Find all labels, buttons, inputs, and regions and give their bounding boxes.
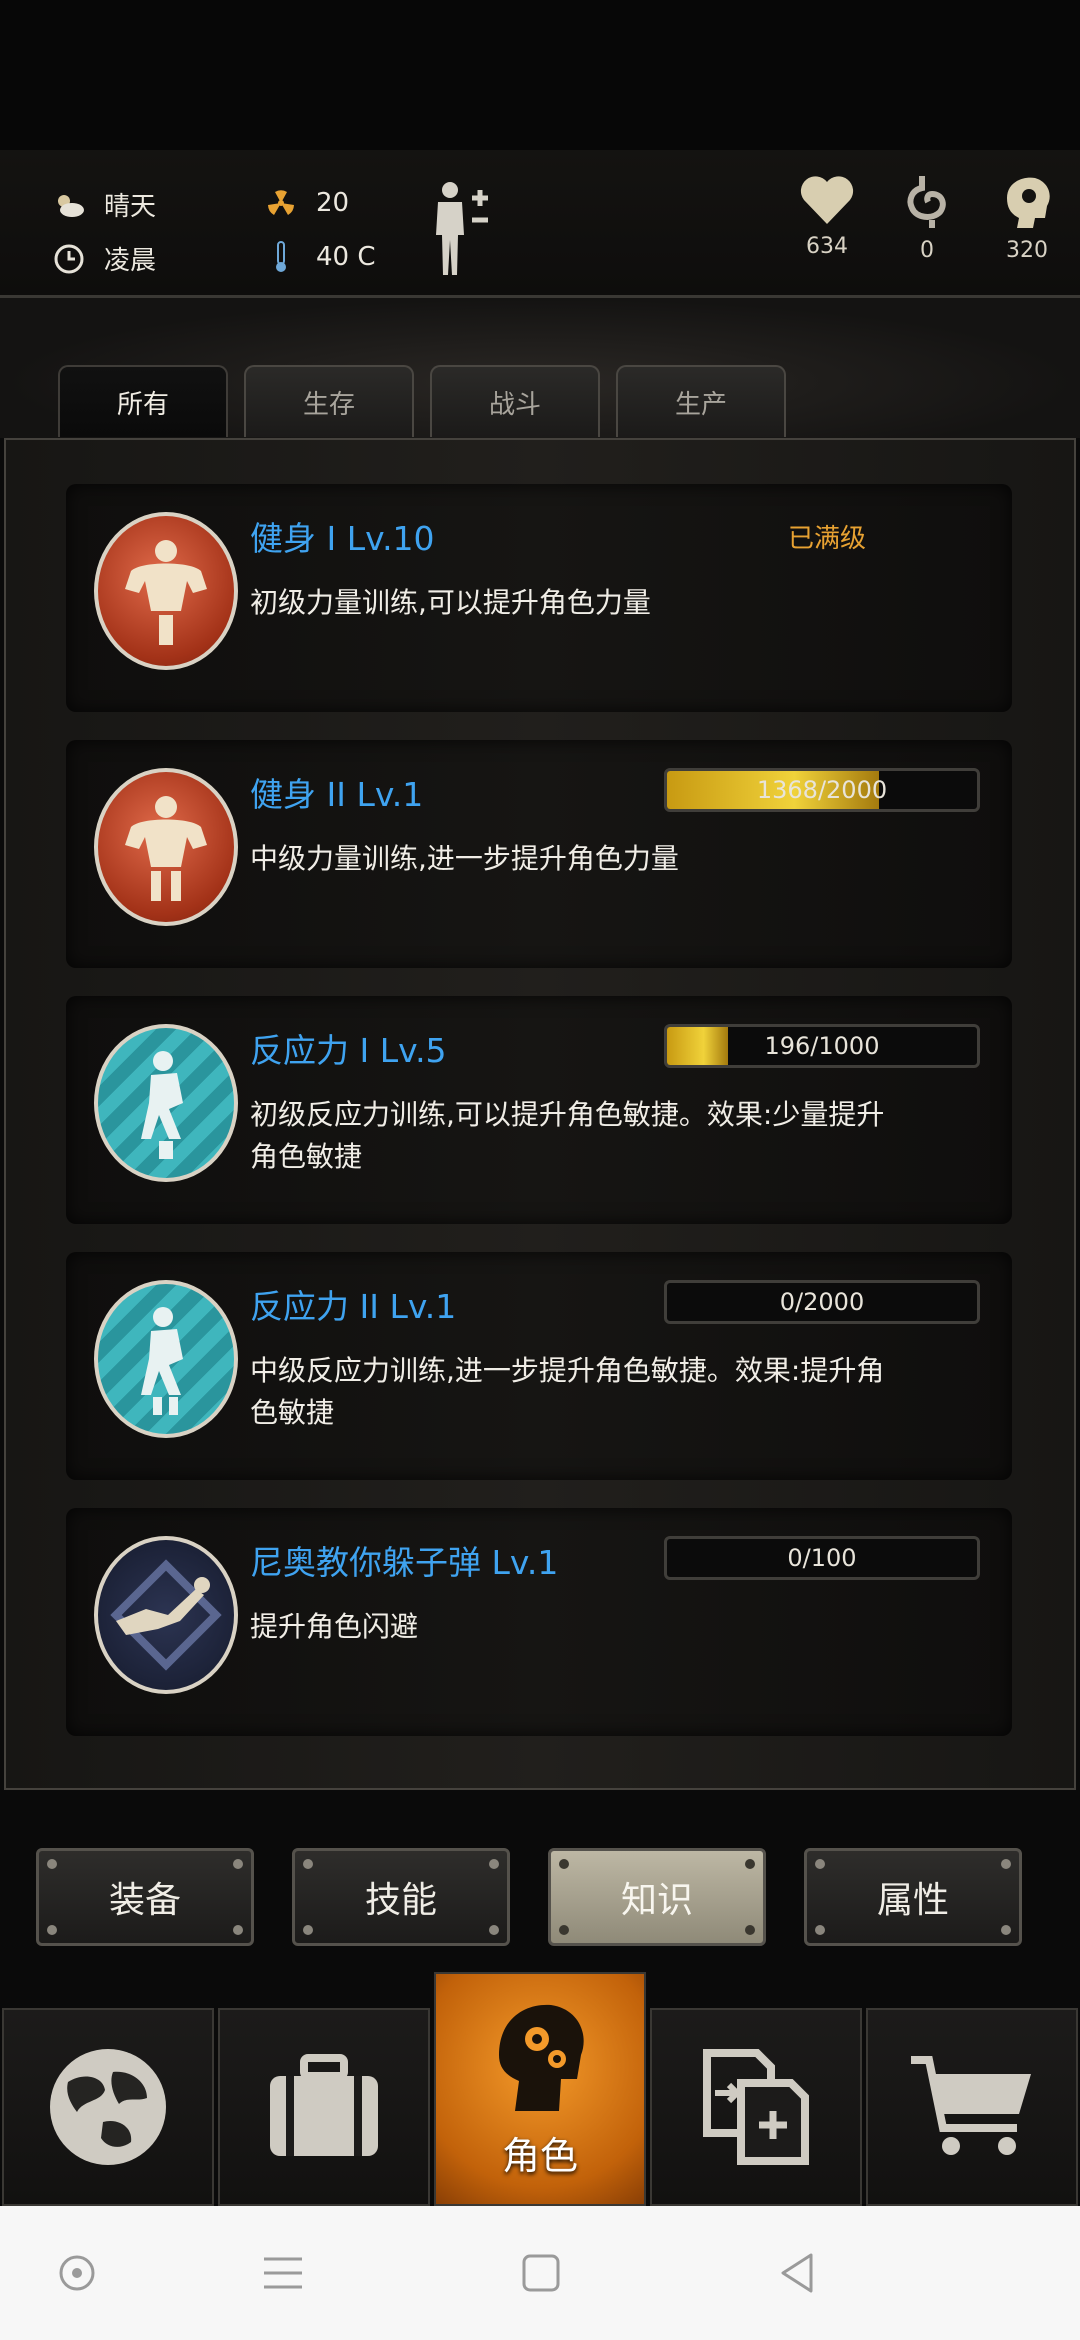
hunger-value: 0 bbox=[920, 238, 934, 263]
skill-progress-text: 0/100 bbox=[787, 1544, 857, 1572]
skill-title: 健身 II Lv.1 bbox=[250, 775, 424, 814]
menu-lines-icon bbox=[264, 2257, 302, 2289]
skill-card[interactable]: 尼奥教你躲子弹 Lv.1 0/100 提升角色闪避 bbox=[66, 1508, 1012, 1736]
strength-skill-icon bbox=[94, 512, 238, 670]
circle-dot-icon bbox=[59, 2255, 95, 2291]
header-bar: 晴天 凌晨 20 40 C 634 0 320 bbox=[0, 150, 1080, 298]
menu-button[interactable] bbox=[256, 2246, 310, 2300]
assistant-button[interactable] bbox=[50, 2246, 104, 2300]
sanity-value: 320 bbox=[1006, 238, 1048, 263]
back-button[interactable] bbox=[770, 2246, 824, 2300]
nav-crafting[interactable] bbox=[650, 2008, 862, 2206]
skill-description: 初级反应力训练,可以提升角色敏捷。效果:少量提升角色敏捷 bbox=[250, 1098, 885, 1173]
tab-survival[interactable]: 生存 bbox=[244, 365, 414, 437]
thermometer-icon bbox=[264, 240, 298, 274]
nav-shop[interactable] bbox=[866, 2008, 1078, 2206]
radiation-icon bbox=[264, 186, 298, 220]
skill-description: 中级力量训练,进一步提升角色力量 bbox=[250, 842, 679, 875]
skill-maxed-label: 已满级 bbox=[787, 524, 866, 554]
attributes-label: 属性 bbox=[876, 1880, 949, 1921]
head-gears-icon bbox=[499, 2004, 584, 2111]
skill-title: 健身 I Lv.10 bbox=[250, 519, 435, 558]
clock-icon bbox=[52, 242, 86, 276]
skill-card[interactable]: 健身 I Lv.10 已满级 初级力量训练,可以提升角色力量 bbox=[66, 484, 1012, 712]
health-value: 634 bbox=[806, 234, 848, 259]
skill-title: 尼奥教你躲子弹 Lv.1 bbox=[250, 1543, 559, 1582]
skills-label: 技能 bbox=[364, 1880, 437, 1921]
skill-progress-bar: 0/2000 bbox=[664, 1280, 980, 1324]
home-button[interactable] bbox=[514, 2246, 568, 2300]
skill-description: 中级反应力训练,进一步提升角色敏捷。效果:提升角色敏捷 bbox=[250, 1354, 885, 1429]
human-body-icon bbox=[436, 182, 488, 275]
knowledge-label: 知识 bbox=[620, 1880, 693, 1921]
suitcase-icon bbox=[270, 2054, 378, 2156]
health-stat: 634 bbox=[782, 174, 872, 259]
tab-all[interactable]: 所有 bbox=[58, 365, 228, 437]
skill-description: 提升角色闪避 bbox=[250, 1610, 419, 1643]
square-home-icon bbox=[522, 2254, 560, 2292]
nav-character-label: 角色 bbox=[501, 2133, 578, 2178]
skill-card[interactable]: 反应力 I Lv.5 196/1000 初级反应力训练,可以提升角色敏捷。效果:… bbox=[66, 996, 1012, 1224]
knowledge-button[interactable]: 知识 bbox=[548, 1848, 766, 1946]
stomach-icon bbox=[907, 176, 946, 228]
sanity-stat: 320 bbox=[982, 174, 1072, 263]
weather-cloud-sun-icon bbox=[52, 188, 86, 222]
tab-production[interactable]: 生产 bbox=[616, 365, 786, 437]
reflex-skill-icon bbox=[94, 1024, 238, 1182]
attributes-button[interactable]: 属性 bbox=[804, 1848, 1022, 1946]
skill-progress-bar: 196/1000 bbox=[664, 1024, 980, 1068]
body-status-button[interactable] bbox=[430, 180, 500, 284]
skill-progress-text: 0/2000 bbox=[779, 1288, 865, 1316]
temperature-value: 40 C bbox=[316, 242, 376, 272]
equipment-button[interactable]: 装备 bbox=[36, 1848, 254, 1946]
skill-card[interactable]: 反应力 II Lv.1 0/2000 中级反应力训练,进一步提升角色敏捷。效果:… bbox=[66, 1252, 1012, 1480]
reflex-skill-icon bbox=[94, 1280, 238, 1438]
skill-title: 反应力 I Lv.5 bbox=[250, 1031, 447, 1070]
skills-button[interactable]: 技能 bbox=[292, 1848, 510, 1946]
shopping-cart-icon bbox=[911, 2056, 1031, 2155]
tab-combat[interactable]: 战斗 bbox=[430, 365, 600, 437]
skill-progress-bar: 0/100 bbox=[664, 1536, 980, 1580]
heart-icon bbox=[800, 176, 854, 224]
globe-icon bbox=[50, 2049, 166, 2165]
skill-description: 初级力量训练,可以提升角色力量 bbox=[250, 586, 651, 619]
dodge-skill-icon bbox=[94, 1536, 238, 1694]
weather-text: 晴天 bbox=[104, 192, 157, 222]
skill-progress-bar: 1368/2000 bbox=[664, 768, 980, 812]
skill-progress-text: 196/1000 bbox=[764, 1032, 880, 1060]
hunger-stat: 0 bbox=[882, 174, 972, 263]
equipment-label: 装备 bbox=[108, 1880, 181, 1921]
nav-map[interactable] bbox=[2, 2008, 214, 2206]
time-text: 凌晨 bbox=[104, 246, 157, 276]
crafting-transfer-icon bbox=[703, 2049, 809, 2165]
weather-row: 晴天 bbox=[52, 186, 156, 223]
strength-skill-icon bbox=[94, 768, 238, 926]
system-navigation-bar bbox=[0, 2206, 1080, 2340]
radiation-row: 20 bbox=[264, 186, 349, 220]
status-bar bbox=[0, 0, 1080, 150]
brain-head-icon bbox=[1007, 177, 1050, 228]
nav-character[interactable]: 角色 bbox=[434, 1972, 646, 2206]
triangle-back-icon bbox=[781, 2253, 813, 2293]
temperature-row: 40 C bbox=[264, 240, 376, 274]
skill-title: 反应力 II Lv.1 bbox=[250, 1287, 457, 1326]
time-row: 凌晨 bbox=[52, 240, 156, 277]
skill-progress-text: 1368/2000 bbox=[756, 776, 888, 804]
skill-card[interactable]: 健身 II Lv.1 1368/2000 中级力量训练,进一步提升角色力量 bbox=[66, 740, 1012, 968]
nav-inventory[interactable] bbox=[218, 2008, 430, 2206]
radiation-value: 20 bbox=[316, 188, 350, 218]
